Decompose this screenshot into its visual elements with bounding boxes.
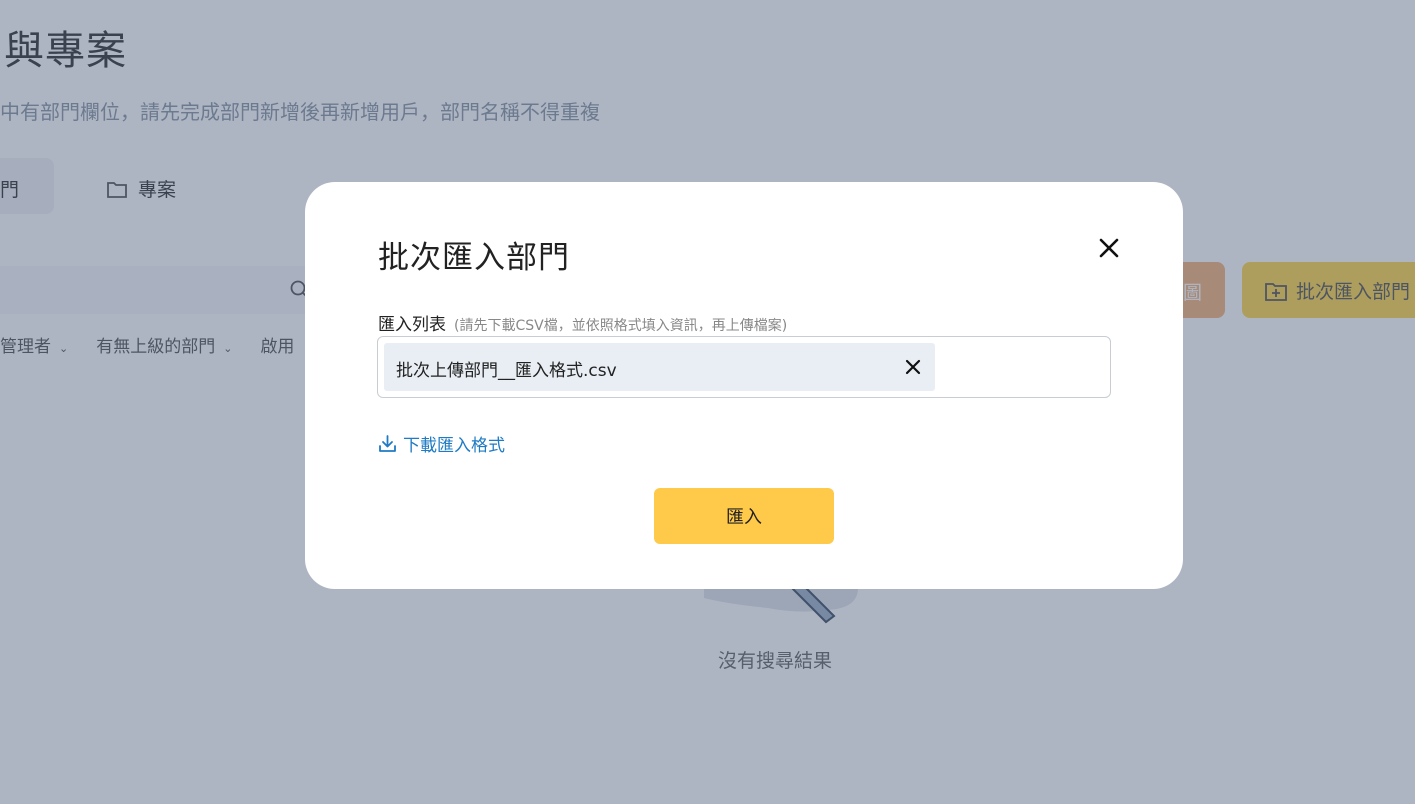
download-template-label: 下載匯入格式	[403, 436, 505, 456]
import-button[interactable]: 匯入	[654, 488, 834, 544]
remove-file-icon[interactable]	[904, 358, 922, 376]
import-list-label-text: 匯入列表	[378, 315, 446, 335]
close-icon[interactable]	[1095, 234, 1123, 262]
import-list-hint: (請先下載CSV檔，並依照格式填入資訊，再上傳檔案)	[454, 318, 788, 334]
uploaded-file-name: 批次上傳部門__匯入格式.csv	[396, 361, 617, 381]
download-icon	[379, 435, 396, 452]
batch-import-modal: 批次匯入部門 匯入列表 (請先下載CSV檔，並依照格式填入資訊，再上傳檔案) 批次…	[305, 182, 1183, 589]
modal-title: 批次匯入部門	[378, 240, 570, 276]
download-template-link[interactable]: 下載匯入格式	[378, 431, 505, 456]
file-upload-field[interactable]: 批次上傳部門__匯入格式.csv	[377, 336, 1111, 398]
import-list-label: 匯入列表 (請先下載CSV檔，並依照格式填入資訊，再上傳檔案)	[378, 310, 787, 335]
uploaded-file-chip: 批次上傳部門__匯入格式.csv	[384, 343, 935, 391]
